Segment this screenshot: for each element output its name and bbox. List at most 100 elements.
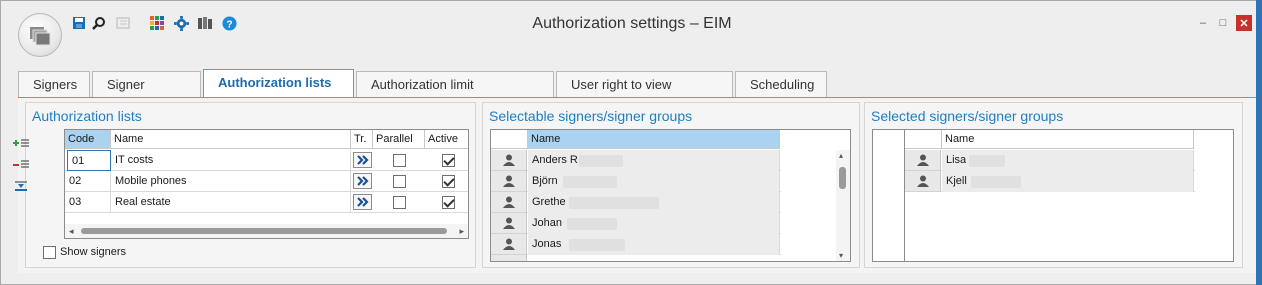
redacted-text [563, 176, 617, 188]
close-button[interactable]: ✕ [1236, 15, 1252, 31]
table-row[interactable]: 03 Real estate [65, 192, 468, 213]
help-button[interactable]: ? [219, 13, 239, 33]
user-icon-cell [491, 234, 527, 255]
list-item[interactable]: Johan [491, 213, 781, 234]
parallel-checkbox[interactable] [393, 175, 406, 188]
signer-name-cell[interactable]: Jonas [528, 234, 780, 255]
scroll-up-icon[interactable]: ▴ [839, 151, 843, 160]
selectable-signers-grid: Name Anders R Björn Grethe Johan Jonas ▴… [490, 129, 851, 262]
column-header-name[interactable]: Name [528, 130, 780, 149]
tab-user-right-to-view-invoices[interactable]: User right to view invoices [556, 71, 733, 118]
list-item[interactable]: Lisa [905, 150, 1195, 171]
show-signers-checkbox[interactable] [43, 246, 56, 259]
user-icon [502, 154, 515, 166]
scroll-left-icon[interactable]: ◂ [69, 226, 74, 237]
apps-grid-icon [150, 16, 164, 30]
minimize-button[interactable]: – [1195, 15, 1211, 31]
column-header-code[interactable]: Code [65, 130, 111, 149]
selected-signers-grid: Name Lisa Kjell [872, 129, 1234, 262]
add-row-button[interactable] [11, 134, 31, 154]
view-button[interactable] [113, 13, 133, 33]
horizontal-scroll-thumb[interactable] [81, 228, 447, 234]
transfer-button[interactable] [353, 152, 372, 168]
scroll-right-icon[interactable]: ▸ [459, 226, 464, 237]
save-button[interactable] [69, 13, 89, 33]
list-item[interactable]: Jonas [491, 234, 781, 255]
vertical-scroll-thumb[interactable] [839, 167, 846, 189]
user-icon [502, 238, 515, 250]
user-icon-cell [491, 192, 527, 213]
parallel-checkbox[interactable] [393, 196, 406, 209]
window-edge [1256, 0, 1262, 285]
window-title: Authorization settings – EIM [532, 15, 732, 32]
code-cell[interactable]: 02 [65, 171, 111, 192]
insert-row-button[interactable] [11, 176, 31, 196]
app-menu-button[interactable] [18, 13, 62, 57]
user-icon-cell [905, 150, 941, 171]
user-icon [916, 154, 929, 166]
redacted-text [569, 239, 625, 251]
user-icon [502, 217, 515, 229]
signer-name-cell[interactable]: Johan [528, 213, 780, 234]
active-checkbox[interactable] [442, 175, 455, 188]
horizontal-scrollbar[interactable]: ◂ ▸ [65, 224, 468, 238]
name-cell[interactable]: Real estate [111, 192, 351, 213]
tab-strip: Signers Signer groups Authorization list… [18, 69, 829, 118]
tab-signers[interactable]: Signers [18, 71, 90, 97]
remove-row-button[interactable] [11, 155, 31, 175]
search-button[interactable] [89, 13, 109, 33]
user-icon-cell [491, 213, 527, 234]
maximize-button[interactable]: □ [1215, 15, 1231, 31]
table-row[interactable]: 01 IT costs [65, 150, 468, 171]
parallel-checkbox[interactable] [393, 154, 406, 167]
user-icon-cell [491, 255, 527, 261]
user-icon-cell [491, 171, 527, 192]
insert-row-icon [15, 181, 27, 191]
code-cell[interactable]: 03 [65, 192, 111, 213]
tab-signer-groups[interactable]: Signer groups [92, 71, 201, 118]
column-header-parallel[interactable]: Parallel [373, 130, 425, 149]
list-item[interactable]: Grethe [491, 192, 781, 213]
transfer-button[interactable] [353, 173, 372, 189]
vertical-scrollbar[interactable]: ▴ ▾ [836, 150, 850, 261]
redacted-text [971, 176, 1021, 188]
tab-authorization-limit-exceptions[interactable]: Authorization limit exceptions [356, 71, 554, 118]
column-header-active[interactable]: Active [425, 130, 468, 149]
active-checkbox[interactable] [442, 196, 455, 209]
tab-authorization-lists[interactable]: Authorization lists [203, 69, 354, 97]
list-item-partial[interactable] [491, 255, 781, 261]
tab-scheduling[interactable]: Scheduling [735, 71, 827, 97]
show-signers-label: Show signers [60, 246, 127, 258]
redacted-text [567, 218, 617, 230]
signer-name-cell[interactable]: Anders R [528, 150, 780, 171]
name-cell[interactable]: Mobile phones [111, 171, 351, 192]
redacted-text [579, 155, 623, 167]
column-header-name[interactable]: Name [942, 130, 1194, 149]
redacted-text [969, 155, 1005, 167]
app-window: ? Authorization settings – EIM – □ ✕ Sig… [0, 0, 1262, 285]
selected-signers-title: Selected signers/signer groups [871, 108, 1064, 124]
user-icon [916, 175, 929, 187]
selectable-signers-title: Selectable signers/signer groups [489, 108, 693, 124]
name-cell[interactable]: IT costs [111, 150, 351, 171]
active-checkbox[interactable] [442, 154, 455, 167]
quick-access-toolbar: ? [69, 13, 239, 33]
column-header-name[interactable]: Name [111, 130, 351, 149]
apps-button[interactable] [147, 13, 167, 33]
list-item[interactable]: Björn [491, 171, 781, 192]
scroll-down-icon[interactable]: ▾ [839, 251, 843, 260]
nav-button-column [873, 130, 905, 261]
double-chevron-right-icon [356, 197, 369, 207]
settings-button[interactable] [171, 13, 191, 33]
save-icon [73, 17, 85, 29]
code-cell[interactable]: 01 [67, 150, 111, 171]
user-icon-cell [491, 150, 527, 171]
list-item[interactable]: Kjell [905, 171, 1195, 192]
list-item[interactable]: Anders R [491, 150, 781, 171]
column-header-tr[interactable]: Tr. [351, 130, 373, 149]
double-chevron-right-icon [356, 176, 369, 186]
library-button[interactable] [195, 13, 215, 33]
table-row[interactable]: 02 Mobile phones [65, 171, 468, 192]
transfer-button[interactable] [353, 194, 372, 210]
authorization-lists-title: Authorization lists [32, 108, 142, 124]
